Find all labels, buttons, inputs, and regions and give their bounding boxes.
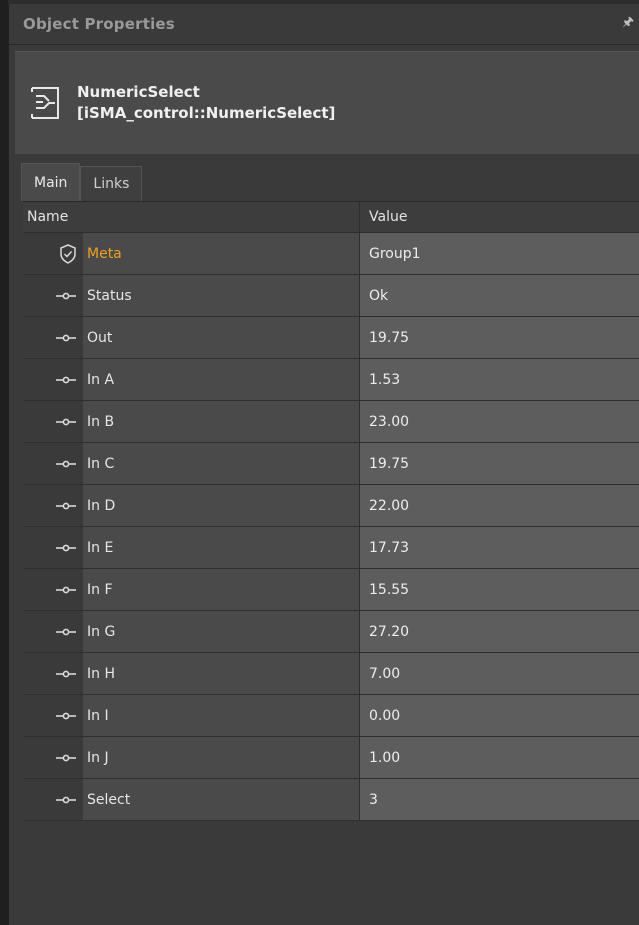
object-properties-panel: Object Properties 🖈 NumericSelect [iSMA_… bbox=[8, 4, 639, 925]
table-row[interactable]: In J 1.00 bbox=[23, 737, 639, 779]
property-name: In H bbox=[83, 653, 359, 694]
table-row[interactable]: In C 19.75 bbox=[23, 443, 639, 485]
property-name-cell: In I bbox=[23, 695, 360, 736]
column-header-name[interactable]: Name bbox=[23, 202, 360, 232]
column-header-name-label: Name bbox=[27, 209, 69, 225]
slot-icon bbox=[23, 779, 83, 820]
slot-icon bbox=[23, 527, 83, 568]
pin-icon[interactable]: 🖈 bbox=[622, 13, 634, 35]
property-name: In G bbox=[83, 611, 359, 652]
property-name-cell: In F bbox=[23, 569, 360, 610]
window-edge bbox=[0, 0, 8, 925]
property-grid: Name Value Meta Group1 Status Ok Out 19.75 In … bbox=[23, 201, 639, 821]
property-value[interactable]: Group1 bbox=[360, 233, 639, 274]
slot-icon bbox=[23, 401, 83, 442]
panel-title: Object Properties bbox=[23, 15, 175, 33]
property-value[interactable]: 0.00 bbox=[360, 695, 639, 736]
property-name-cell: In D bbox=[23, 485, 360, 526]
property-name: In I bbox=[83, 695, 359, 736]
table-row[interactable]: In D 22.00 bbox=[23, 485, 639, 527]
property-value[interactable]: 23.00 bbox=[360, 401, 639, 442]
slot-icon bbox=[23, 275, 83, 316]
property-value[interactable]: 22.00 bbox=[360, 485, 639, 526]
property-name-cell: In B bbox=[23, 401, 360, 442]
table-row[interactable]: Out 19.75 bbox=[23, 317, 639, 359]
slot-icon bbox=[23, 359, 83, 400]
table-row[interactable]: In E 17.73 bbox=[23, 527, 639, 569]
table-row[interactable]: Status Ok bbox=[23, 275, 639, 317]
table-row[interactable]: In F 15.55 bbox=[23, 569, 639, 611]
property-value[interactable]: 19.75 bbox=[360, 443, 639, 484]
object-info: NumericSelect [iSMA_control::NumericSele… bbox=[15, 51, 639, 154]
property-name-cell: Meta bbox=[23, 233, 360, 274]
table-row[interactable]: Select 3 bbox=[23, 779, 639, 821]
table-row[interactable]: In H 7.00 bbox=[23, 653, 639, 695]
property-name-cell: In A bbox=[23, 359, 360, 400]
property-name-cell: Out bbox=[23, 317, 360, 358]
tab-links[interactable]: Links bbox=[80, 166, 143, 201]
slot-icon bbox=[23, 737, 83, 778]
property-name-cell: In G bbox=[23, 611, 360, 652]
property-name-cell: Status bbox=[23, 275, 360, 316]
property-name-cell: In J bbox=[23, 737, 360, 778]
numeric-select-icon bbox=[29, 85, 61, 121]
property-name: Select bbox=[83, 779, 359, 820]
property-name-cell: Select bbox=[23, 779, 360, 820]
slot-icon bbox=[23, 443, 83, 484]
property-name: Status bbox=[83, 275, 359, 316]
shield-icon bbox=[23, 233, 83, 274]
table-row[interactable]: In A 1.53 bbox=[23, 359, 639, 401]
slot-icon bbox=[23, 569, 83, 610]
column-header-value[interactable]: Value bbox=[360, 202, 639, 232]
property-name: In D bbox=[83, 485, 359, 526]
property-name: Meta bbox=[83, 233, 359, 274]
tab-main[interactable]: Main bbox=[21, 163, 81, 201]
property-value[interactable]: 17.73 bbox=[360, 527, 639, 568]
slot-icon bbox=[23, 317, 83, 358]
column-header-value-label: Value bbox=[369, 209, 408, 225]
slot-icon bbox=[23, 695, 83, 736]
property-name: In C bbox=[83, 443, 359, 484]
property-name: In B bbox=[83, 401, 359, 442]
panel-header: Object Properties 🖈 bbox=[9, 4, 639, 45]
table-row[interactable]: In B 23.00 bbox=[23, 401, 639, 443]
table-row[interactable]: Meta Group1 bbox=[23, 233, 639, 275]
tab-bar: Main Links bbox=[9, 163, 639, 201]
property-value[interactable]: 3 bbox=[360, 779, 639, 820]
property-name: In E bbox=[83, 527, 359, 568]
object-type: [iSMA_control::NumericSelect] bbox=[77, 104, 336, 122]
property-name: In F bbox=[83, 569, 359, 610]
property-value[interactable]: 19.75 bbox=[360, 317, 639, 358]
property-name-cell: In E bbox=[23, 527, 360, 568]
grid-header: Name Value bbox=[23, 202, 639, 233]
tab-main-label: Main bbox=[34, 174, 68, 191]
property-value[interactable]: 15.55 bbox=[360, 569, 639, 610]
table-row[interactable]: In G 27.20 bbox=[23, 611, 639, 653]
slot-icon bbox=[23, 653, 83, 694]
slot-icon bbox=[23, 485, 83, 526]
slot-icon bbox=[23, 611, 83, 652]
tab-links-label: Links bbox=[93, 176, 130, 192]
object-name: NumericSelect bbox=[77, 83, 200, 101]
property-name: Out bbox=[83, 317, 359, 358]
property-name: In J bbox=[83, 737, 359, 778]
property-name-cell: In H bbox=[23, 653, 360, 694]
property-name-cell: In C bbox=[23, 443, 360, 484]
property-value[interactable]: Ok bbox=[360, 275, 639, 316]
property-name: In A bbox=[83, 359, 359, 400]
property-value[interactable]: 27.20 bbox=[360, 611, 639, 652]
table-row[interactable]: In I 0.00 bbox=[23, 695, 639, 737]
property-value[interactable]: 1.00 bbox=[360, 737, 639, 778]
property-value[interactable]: 7.00 bbox=[360, 653, 639, 694]
property-value[interactable]: 1.53 bbox=[360, 359, 639, 400]
